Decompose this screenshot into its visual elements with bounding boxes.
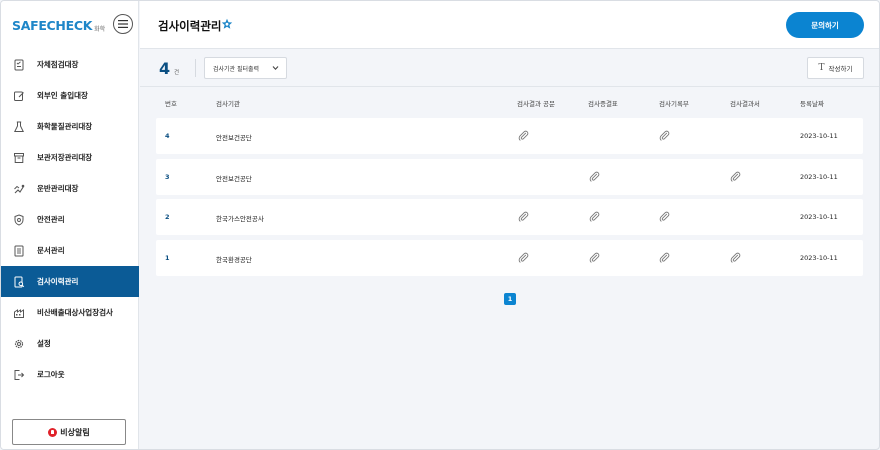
row-agency: 안전보건공단 [216, 134, 252, 142]
emergency-alarm-button[interactable]: 비상알림 [12, 419, 126, 445]
truck-icon [13, 183, 25, 195]
sidebar-item-3[interactable]: 화학물질관리대장 [1, 111, 139, 142]
sidebar-item-label: 로그아웃 [37, 370, 65, 379]
result-count-unit: 건 [174, 70, 180, 76]
sidebar: SAFECHECK 화학 자체점검대장외부인 출입대장화학물질관리대장보관저장관… [1, 1, 139, 449]
hamburger-icon [118, 20, 128, 28]
pagination-page-1[interactable]: 1 [504, 293, 516, 305]
sidebar-item-10[interactable]: 설정 [1, 328, 139, 359]
table-header: 번호 검사기관 검사결과 공문 검사증결표 검사기록부 검사결과서 등록날짜 [156, 87, 863, 117]
brand: SAFECHECK 화학 [1, 1, 138, 49]
sidebar-item-label: 비산배출대상사업장검사 [37, 308, 113, 317]
sidebar-item-label: 화학물질관리대장 [37, 122, 93, 131]
sidebar-item-2[interactable]: 외부인 출입대장 [1, 80, 139, 111]
page-header: 검사이력관리 문의하기 [140, 1, 879, 49]
attachment-clip-icon[interactable] [730, 252, 741, 263]
table-row[interactable]: 1 한국환경공단 2023-10-11 [156, 239, 863, 276]
attachment-clip-icon[interactable] [518, 211, 529, 222]
sidebar-nav: 자체점검대장외부인 출입대장화학물질관리대장보관저장관리대장운반관리대장안전관리… [1, 49, 139, 390]
brand-logo[interactable]: SAFECHECK [12, 18, 92, 33]
brand-subtitle: 화학 [94, 25, 106, 33]
row-agency: 한국가스안전공사 [216, 215, 264, 223]
sidebar-item-11[interactable]: 로그아웃 [1, 359, 139, 390]
row-agency: 한국환경공단 [216, 255, 252, 264]
table-row[interactable]: 2 한국가스안전공사 2023-10-11 [156, 199, 863, 235]
row-date: 2023-10-11 [800, 172, 838, 181]
emergency-alarm-label: 비상알림 [60, 427, 90, 437]
column-header-record[interactable]: 검사기록부 [659, 98, 689, 108]
toolbar-divider [195, 59, 196, 77]
row-number[interactable]: 1 [165, 254, 170, 262]
shield-icon [13, 213, 25, 226]
checklist-icon [13, 59, 25, 71]
row-date: 2023-10-11 [800, 132, 838, 140]
sidebar-item-label: 보관저장관리대장 [37, 153, 93, 162]
document-icon [13, 245, 25, 257]
app-window: SAFECHECK 화학 자체점검대장외부인 출입대장화학물질관리대장보관저장관… [0, 0, 880, 450]
sidebar-item-4[interactable]: 보관저장관리대장 [1, 142, 139, 173]
factory-icon [13, 307, 25, 319]
column-header-no[interactable]: 번호 [165, 98, 177, 108]
row-number[interactable]: 3 [165, 173, 170, 181]
attachment-clip-icon[interactable] [589, 252, 600, 263]
column-header-certificate[interactable]: 검사증결표 [588, 98, 618, 108]
write-button-label: 작성하기 [828, 65, 853, 73]
attachment-clip-icon[interactable] [518, 252, 529, 263]
logout-icon [13, 369, 25, 381]
sidebar-item-5[interactable]: 운반관리대장 [1, 173, 139, 204]
favorite-star-icon[interactable] [221, 18, 233, 30]
sidebar-item-6[interactable]: 안전관리 [1, 204, 139, 235]
attachment-clip-icon[interactable] [659, 252, 670, 263]
flask-icon [13, 121, 25, 133]
inquiry-button[interactable]: 문의하기 [786, 12, 864, 38]
sidebar-item-label: 문서관리 [37, 246, 65, 255]
table-row[interactable]: 4 안전보건공단 2023-10-11 [156, 118, 863, 154]
row-agency: 안전보건공단 [216, 174, 252, 183]
sidebar-item-7[interactable]: 문서관리 [1, 235, 139, 266]
sidebar-item-label: 안전관리 [37, 215, 65, 224]
attachment-clip-icon[interactable] [589, 171, 600, 182]
row-date: 2023-10-11 [800, 253, 838, 262]
list-toolbar: 4 건 검사기관 필터출력 T 작성하기 [140, 49, 879, 87]
sidebar-item-8[interactable]: 검사이력관리 [1, 266, 139, 297]
page-title: 검사이력관리 [158, 19, 222, 33]
row-number[interactable]: 2 [165, 213, 170, 221]
attachment-clip-icon[interactable] [730, 171, 741, 182]
column-header-agency[interactable]: 검사기관 [216, 98, 240, 108]
sidebar-item-label: 외부인 출입대장 [37, 91, 88, 100]
attachment-clip-icon[interactable] [589, 211, 600, 222]
text-icon: T [818, 63, 825, 73]
column-header-result-letter[interactable]: 검사결과 공문 [517, 98, 555, 108]
agency-filter-label: 검사기관 필터출력 [213, 65, 260, 73]
sidebar-item-label: 설정 [37, 339, 51, 348]
menu-toggle-button[interactable] [113, 14, 133, 34]
edit-icon [13, 90, 25, 102]
result-count: 4 [159, 59, 171, 78]
sidebar-item-label: 자체점검대장 [37, 60, 79, 69]
attachment-clip-icon[interactable] [518, 130, 529, 141]
chevron-down-icon [272, 66, 279, 71]
column-header-date[interactable]: 등록날짜 [800, 98, 824, 108]
agency-filter-select[interactable]: 검사기관 필터출력 [204, 57, 287, 79]
attachment-clip-icon[interactable] [659, 211, 670, 222]
alarm-icon [48, 427, 58, 437]
write-button[interactable]: T 작성하기 [807, 57, 864, 79]
sidebar-item-9[interactable]: 비산배출대상사업장검사 [1, 297, 139, 328]
sidebar-item-label: 검사이력관리 [37, 277, 79, 286]
archive-icon [13, 152, 25, 164]
sidebar-item-label: 운반관리대장 [37, 184, 79, 193]
gear-icon [13, 338, 25, 350]
table-row[interactable]: 3 안전보건공단 2023-10-11 [156, 158, 863, 195]
row-number[interactable]: 4 [165, 132, 170, 140]
column-header-report[interactable]: 검사결과서 [730, 98, 760, 108]
inspection-icon [13, 276, 25, 288]
attachment-clip-icon[interactable] [659, 130, 670, 141]
sidebar-item-1[interactable]: 자체점검대장 [1, 49, 139, 80]
row-date: 2023-10-11 [800, 213, 838, 221]
